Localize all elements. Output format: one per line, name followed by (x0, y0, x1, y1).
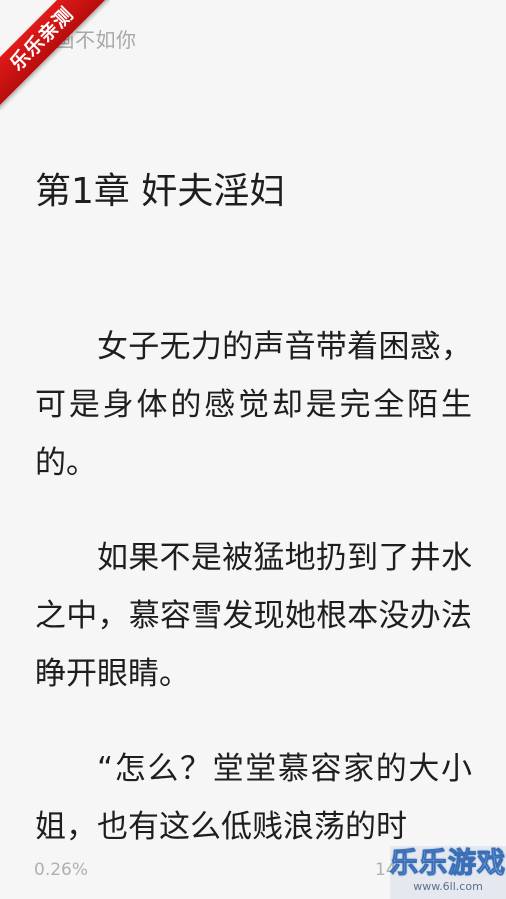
corner-ribbon: 乐乐亲测 (0, 0, 110, 110)
reading-content[interactable]: 女子无力的声音带着困惑，可是身体的感觉却是完全陌生的。 如果不是被猛地扔到了井水… (35, 318, 472, 893)
reading-progress: 0.26% (34, 860, 89, 880)
watermark-logo-text: 乐乐游戏 (390, 846, 506, 880)
paragraph: “怎么？堂堂慕容家的大小姐，也有这么低贱浪荡的时 (35, 751, 472, 845)
chapter-title: 第1章 奸夫淫妇 (35, 171, 286, 212)
site-watermark: 乐乐游戏 www.6ll.com (390, 846, 506, 899)
watermark-url: www.6ll.com (413, 880, 483, 893)
ribbon-label: 乐乐亲测 (0, 0, 110, 110)
paragraph: 女子无力的声音带着困惑，可是身体的感觉却是完全陌生的。 (35, 329, 472, 481)
paragraph: 如果不是被猛地扔到了井水之中，慕容雪发现她根本没办法睁开眼睛。 (35, 540, 472, 692)
